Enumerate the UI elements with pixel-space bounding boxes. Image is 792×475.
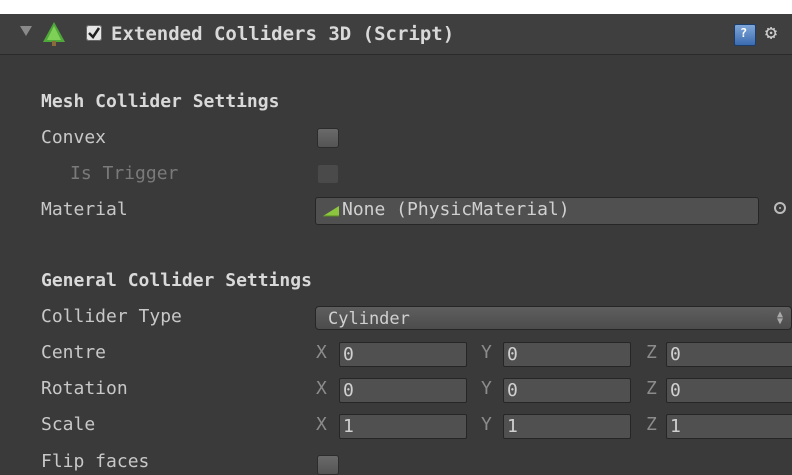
rotation-z-value: 0 — [670, 380, 681, 401]
rotation-y-value: 0 — [507, 380, 518, 401]
centre-z-label: Z — [646, 342, 657, 363]
object-picker-icon[interactable] — [774, 202, 786, 214]
scale-z-value: 1 — [670, 416, 681, 437]
scale-label: Scale — [41, 414, 96, 435]
collider-type-dropdown[interactable]: Cylinder ▲ ▼ — [315, 306, 792, 330]
flip-faces-label: Flip faces — [41, 451, 150, 472]
tree-icon — [43, 22, 65, 46]
gear-icon[interactable]: ⚙ — [765, 20, 777, 44]
help-icon[interactable]: ? — [734, 24, 756, 46]
dropdown-arrows-icon: ▲ ▼ — [776, 309, 783, 327]
scale-x-field[interactable]: 1 — [339, 414, 467, 439]
material-label: Material — [41, 199, 128, 220]
rotation-y-label: Y — [481, 378, 492, 399]
component-header[interactable]: Extended Colliders 3D (Script) ? ⚙ — [0, 14, 792, 55]
rotation-x-value: 0 — [343, 380, 354, 401]
centre-label: Centre — [41, 342, 107, 363]
general-section-title: General Collider Settings — [41, 270, 312, 291]
centre-x-field[interactable]: 0 — [339, 342, 467, 367]
collider-type-label: Collider Type — [41, 306, 182, 327]
scale-x-value: 1 — [343, 416, 354, 437]
centre-x-value: 0 — [343, 344, 354, 365]
foldout-arrow-icon[interactable] — [20, 26, 32, 36]
flip-faces-checkbox[interactable] — [317, 455, 339, 475]
centre-y-field[interactable]: 0 — [503, 342, 631, 367]
centre-y-value: 0 — [507, 344, 518, 365]
scale-x-label: X — [316, 414, 327, 435]
centre-y-label: Y — [481, 342, 492, 363]
scale-z-field[interactable]: 1 — [666, 414, 792, 439]
rotation-label: Rotation — [41, 378, 128, 399]
convex-label: Convex — [41, 127, 107, 148]
scale-y-label: Y — [481, 414, 492, 435]
is-trigger-label: Is Trigger — [70, 163, 179, 184]
centre-z-value: 0 — [670, 344, 681, 365]
material-field[interactable]: None (PhysicMaterial) — [315, 197, 759, 225]
scale-y-value: 1 — [507, 416, 518, 437]
material-value: None (PhysicMaterial) — [342, 199, 570, 220]
scale-z-label: Z — [646, 414, 657, 435]
mesh-section-title: Mesh Collider Settings — [41, 91, 280, 112]
collider-type-value: Cylinder — [328, 309, 410, 329]
help-icon-glyph: ? — [740, 26, 748, 40]
centre-z-field[interactable]: 0 — [666, 342, 792, 367]
rotation-z-label: Z — [646, 378, 657, 399]
rotation-y-field[interactable]: 0 — [503, 378, 631, 403]
scale-y-field[interactable]: 1 — [503, 414, 631, 439]
rotation-z-field[interactable]: 0 — [666, 378, 792, 403]
convex-checkbox[interactable] — [317, 128, 339, 148]
component-enabled-checkbox[interactable] — [86, 25, 102, 41]
rotation-x-field[interactable]: 0 — [339, 378, 467, 403]
checkmark-icon — [88, 27, 101, 39]
window-top-edge — [0, 0, 792, 14]
rotation-x-label: X — [316, 378, 327, 399]
centre-x-label: X — [316, 342, 327, 363]
is-trigger-checkbox[interactable] — [317, 164, 339, 184]
physic-material-icon — [323, 206, 339, 217]
component-title: Extended Colliders 3D (Script) — [111, 23, 455, 45]
